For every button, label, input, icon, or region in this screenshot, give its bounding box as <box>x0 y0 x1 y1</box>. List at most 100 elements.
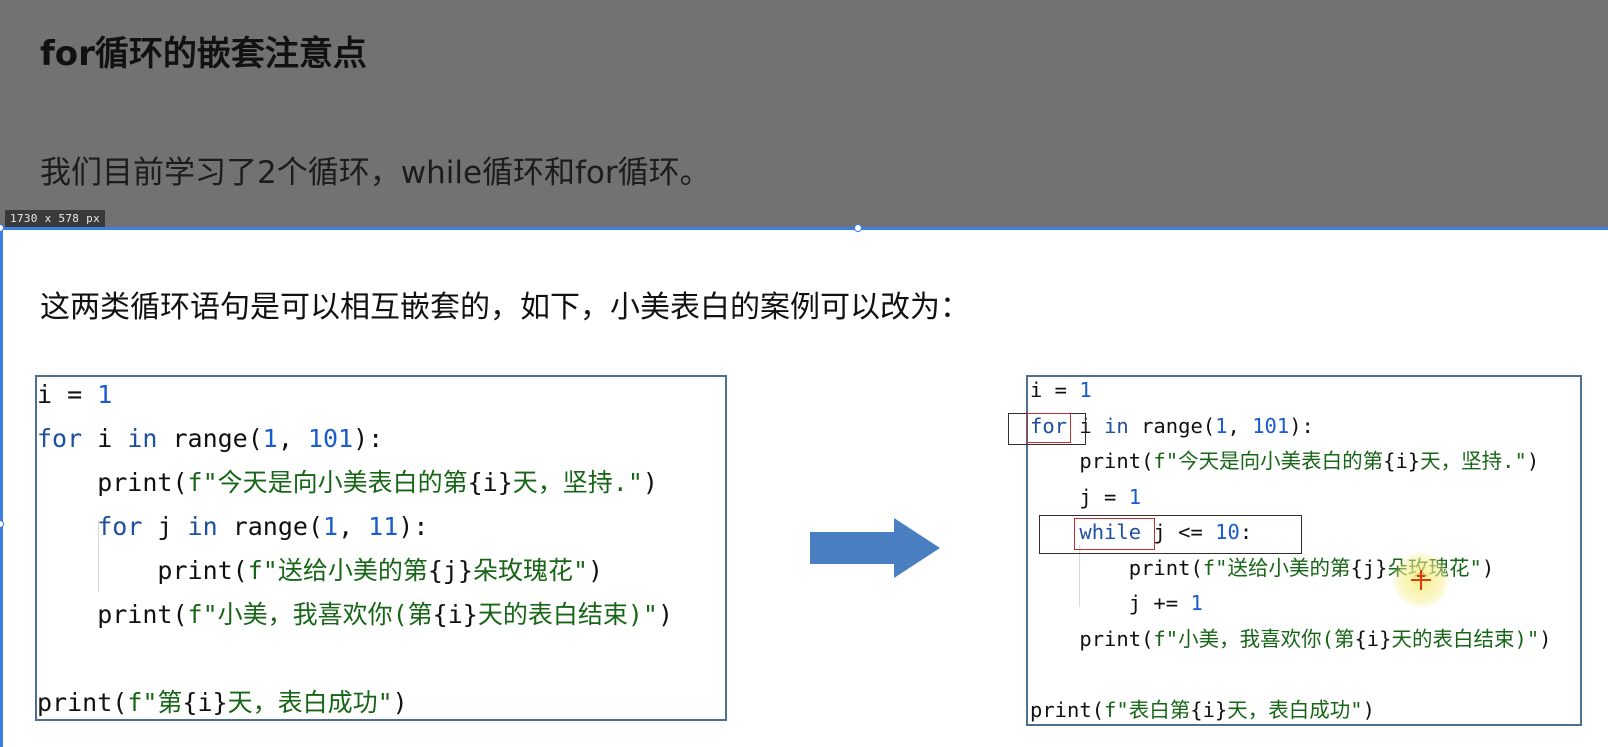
crosshair-cursor-icon <box>1411 570 1431 590</box>
right-arrow-icon <box>810 518 940 578</box>
code-token: j += <box>1030 591 1191 615</box>
code-block-for-nested: i = 1 for i in range(1, 101): print(f"今天是… <box>35 375 727 721</box>
slide-subtitle: 我们目前学习了2个循环，while循环和for循环。 <box>40 155 711 191</box>
code-line: for j in range(1, 11): <box>37 509 428 545</box>
code-token: in <box>187 512 218 541</box>
code-line: print(f"小美，我喜欢你(第{i}天的表白结束)") <box>1030 624 1552 654</box>
selection-corner-handle[interactable] <box>0 224 4 232</box>
code-token: 天，表白成功" <box>1227 697 1363 722</box>
code-token: 天，坚持." <box>512 468 643 497</box>
code-token: , <box>338 512 369 541</box>
code-token: range( <box>157 424 263 453</box>
code-token: 1 <box>1079 378 1092 402</box>
code-token: print( <box>37 688 128 717</box>
code-token: f"送给小美的第 <box>1202 555 1351 580</box>
code-token: print( <box>1030 697 1105 722</box>
code-token: i = <box>1030 378 1080 402</box>
code-token: ) <box>1539 626 1552 651</box>
intro-text: 这两类循环语句是可以相互嵌套的，如下，小美表白的案例可以改为： <box>40 290 970 325</box>
code-token: ) <box>1526 449 1540 473</box>
code-token: : <box>1239 520 1253 544</box>
code-token: 10 <box>1215 520 1240 544</box>
code-token: 1 <box>262 424 278 453</box>
code-token: i = <box>37 380 98 409</box>
code-token: ): <box>1289 413 1314 438</box>
code-token: f"今天是向小美表白的第 <box>187 468 468 497</box>
code-token: j <box>142 512 188 541</box>
code-token: 1 <box>1190 591 1203 615</box>
code-block-while-nested: i = 1 for i in range(1, 101): print(f"今天是… <box>1026 375 1582 726</box>
code-token: {i} <box>1190 697 1228 722</box>
code-token: 1 <box>323 512 339 541</box>
code-token: 朵玫瑰花" <box>472 556 589 585</box>
selection-top-handle[interactable] <box>854 224 862 232</box>
code-token: print( <box>1030 626 1154 651</box>
code-token: range( <box>217 512 323 541</box>
code-token: f"第 <box>127 688 183 717</box>
code-token: 11 <box>368 512 399 541</box>
code-line: print(f"送给小美的第{j}朵玫瑰花") <box>37 553 603 589</box>
code-token: for <box>1030 413 1068 438</box>
code-token: ) <box>657 600 673 629</box>
code-line: j = 1 <box>1030 482 1141 512</box>
code-token: {j} <box>427 556 473 585</box>
code-token: ) <box>392 688 408 717</box>
code-token: {j} <box>1350 555 1388 580</box>
code-token: 101 <box>307 424 354 453</box>
code-token: for <box>97 512 143 541</box>
code-line: while j <= 10: <box>1030 517 1252 547</box>
selection-top-edge[interactable] <box>0 227 1608 230</box>
code-token: print( <box>37 468 188 497</box>
code-line: for i in range(1, 101): <box>1030 411 1314 441</box>
code-token: j = <box>1030 484 1129 509</box>
code-token: 1 <box>1128 484 1142 509</box>
code-token: , <box>277 424 308 453</box>
code-token: f"送给小美的第 <box>247 556 428 585</box>
code-token: print( <box>37 556 248 585</box>
code-token: i <box>82 424 128 453</box>
code-line: i = 1 <box>1030 377 1092 405</box>
code-token: while <box>1079 520 1142 544</box>
code-token: {i} <box>432 600 478 629</box>
code-token: 1 <box>97 380 113 409</box>
code-token: 天的表白结束)" <box>1391 626 1540 651</box>
code-token: {i} <box>182 688 228 717</box>
code-token: in <box>127 424 158 453</box>
code-token: range( <box>1128 413 1216 438</box>
code-token: print( <box>1030 555 1203 580</box>
code-line: print(f"小美，我喜欢你(第{i}天的表白结束)") <box>37 597 673 633</box>
code-token: 1 <box>1215 413 1228 438</box>
code-token: print( <box>1030 449 1154 473</box>
code-token: i <box>1067 413 1105 438</box>
code-line: i = 1 <box>37 377 112 413</box>
selection-size-label: 1730 x 578 px <box>5 210 105 228</box>
code-token: , <box>1227 413 1253 438</box>
code-token: ): <box>353 424 384 453</box>
code-token: f"表白第 <box>1104 697 1191 722</box>
code-token: ) <box>642 468 658 497</box>
code-token: ): <box>398 512 429 541</box>
selection-left-handle[interactable] <box>0 520 4 528</box>
code-token: 天，坚持." <box>1420 449 1527 473</box>
code-line: print(f"今天是向小美表白的第{i}天，坚持.") <box>1030 446 1539 476</box>
code-token: for <box>37 424 83 453</box>
code-token: print( <box>37 600 188 629</box>
code-token: f"小美，我喜欢你(第 <box>187 600 433 629</box>
code-token: 天的表白结束)" <box>477 600 658 629</box>
code-token: 101 <box>1252 413 1290 438</box>
code-token: {i} <box>1354 626 1392 651</box>
code-token: f"今天是向小美表白的第 <box>1153 449 1384 473</box>
code-token: in <box>1104 413 1129 438</box>
code-token: ) <box>1481 555 1495 580</box>
code-token: ) <box>1362 697 1375 722</box>
code-token: f"小美，我喜欢你(第 <box>1153 626 1355 651</box>
code-line: j += 1 <box>1030 588 1203 618</box>
code-line: print(f"表白第{i}天，表白成功") <box>1030 695 1375 725</box>
code-line: print(f"今天是向小美表白的第{i}天，坚持.") <box>37 465 658 501</box>
code-token: j <= <box>1141 520 1216 544</box>
code-token: {i} <box>1383 449 1421 473</box>
selection-left-edge[interactable] <box>0 227 3 747</box>
code-token: {i} <box>467 468 513 497</box>
